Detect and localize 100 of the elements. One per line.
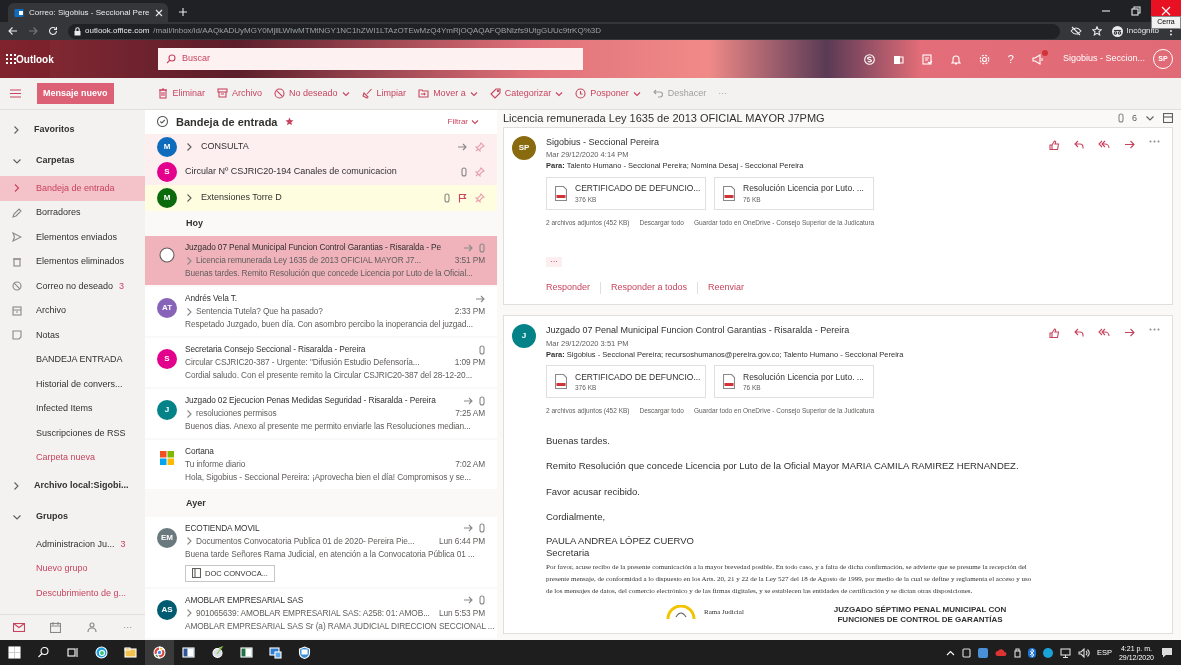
folder-icon[interactable] bbox=[124, 646, 137, 659]
shield-icon[interactable] bbox=[298, 646, 311, 659]
forward-icon[interactable] bbox=[28, 26, 38, 36]
megaphone-icon[interactable] bbox=[1031, 53, 1045, 65]
tray-app-icon[interactable] bbox=[961, 647, 971, 658]
nav-section-header[interactable]: Archivo local:Sigobi... bbox=[0, 470, 145, 501]
select-all-icon[interactable] bbox=[157, 116, 168, 128]
pinned-message-item[interactable]: M CONSULTA bbox=[145, 133, 497, 160]
forward-icon[interactable] bbox=[1124, 328, 1135, 338]
chevron-down-icon[interactable] bbox=[1145, 114, 1155, 123]
folder-item[interactable]: Borradores bbox=[0, 200, 145, 225]
message-item[interactable] bbox=[145, 338, 497, 390]
folder-item[interactable]: Historial de convers... bbox=[0, 372, 145, 397]
bell-icon[interactable] bbox=[950, 53, 961, 65]
categorize-button[interactable]: Categorizar bbox=[485, 84, 568, 103]
tray-app-icon[interactable] bbox=[977, 647, 988, 658]
hamburger-menu-icon[interactable] bbox=[10, 89, 21, 98]
calendar-icon[interactable] bbox=[50, 622, 62, 633]
chevron-right-icon[interactable] bbox=[12, 480, 20, 491]
cloud-icon[interactable] bbox=[994, 648, 1007, 657]
filter-button[interactable]: Filtrar bbox=[441, 114, 485, 129]
folder-item[interactable]: Infected Items bbox=[0, 396, 145, 421]
eye-off-icon[interactable] bbox=[1069, 26, 1082, 36]
star-icon[interactable] bbox=[1091, 26, 1102, 36]
junk-button[interactable]: No deseado bbox=[270, 84, 354, 103]
delete-button[interactable]: Eliminar bbox=[153, 84, 210, 103]
people-icon[interactable] bbox=[86, 622, 98, 633]
restore-icon[interactable] bbox=[1131, 6, 1141, 16]
nav-section-header[interactable]: Favoritos bbox=[0, 114, 145, 145]
flag-icon[interactable] bbox=[458, 192, 467, 203]
pinned-message-item[interactable]: S Circular Nº CSJRIC20-194 Canales de comunicacion bbox=[145, 159, 497, 185]
paint-icon[interactable] bbox=[211, 646, 224, 659]
nav-link[interactable]: Carpeta nueva bbox=[0, 445, 145, 470]
word-processor-icon[interactable] bbox=[182, 646, 195, 659]
forward-button[interactable]: Reenviar bbox=[708, 278, 745, 297]
reply-all-icon[interactable] bbox=[1098, 139, 1110, 149]
chevron-right-icon[interactable] bbox=[185, 192, 193, 203]
mail-icon[interactable] bbox=[12, 623, 25, 632]
chevron-right-icon[interactable] bbox=[185, 141, 193, 152]
chevron-up-icon[interactable] bbox=[945, 649, 955, 656]
browser-icon[interactable] bbox=[153, 646, 166, 659]
speaker-icon[interactable] bbox=[1077, 647, 1090, 658]
address-field[interactable]: outlook.office.com /mail/inbox/id/AAQkADUyMGY0MjllLWIwMTMtNGY1NC1hZWI1LTAzOTEwMzQ4YmRjOQAQAFQBNlzfs9UtgGUUc9trKQ%3D bbox=[68, 23, 1060, 39]
archive-button[interactable]: Archivo bbox=[213, 84, 267, 103]
document-icon[interactable] bbox=[892, 53, 904, 65]
browser-tab[interactable]: Correo: Sigobius - Seccional Pere bbox=[8, 3, 168, 22]
folder-item[interactable]: Notas bbox=[0, 323, 145, 348]
app-launcher-icon[interactable] bbox=[6, 54, 16, 64]
nav-section-header[interactable]: Grupos bbox=[0, 501, 145, 532]
reading-pane-icon[interactable] bbox=[1163, 113, 1173, 124]
plus-icon[interactable] bbox=[178, 7, 188, 17]
chevron-right-icon[interactable] bbox=[185, 408, 193, 419]
spreadsheet-icon[interactable] bbox=[240, 646, 253, 659]
nav-section-header[interactable]: Carpetas bbox=[0, 145, 145, 176]
forward-icon[interactable] bbox=[1124, 139, 1135, 149]
reply-icon[interactable] bbox=[1074, 139, 1084, 149]
tray-app-icon[interactable] bbox=[1042, 647, 1053, 658]
new-message-button[interactable]: Mensaje nuevo bbox=[37, 82, 114, 105]
chat-icon[interactable] bbox=[863, 53, 875, 65]
computer-icon[interactable] bbox=[269, 646, 282, 659]
message-item[interactable]: AS AMOBLAR EMPRESARIAL SAS 901065639: AMOBLAR EMPRESARIAL SAS: A258: 01: AMOB... Lun 5:53 PM AMOBLAR EMPRESARIAL SAS Sr (a) RAMA JUDICIAL DIRECCION SECCIONAL ... bbox=[145, 589, 497, 640]
folder-item[interactable]: BANDEJA ENTRADA bbox=[0, 347, 145, 372]
folder-item[interactable]: Elementos enviados bbox=[0, 225, 145, 250]
more-icon[interactable] bbox=[1149, 139, 1160, 143]
close-icon[interactable] bbox=[154, 8, 163, 17]
browser-icon[interactable] bbox=[95, 646, 108, 659]
sweep-button[interactable]: Limpiar bbox=[357, 84, 411, 103]
chevron-down-icon[interactable] bbox=[12, 156, 22, 165]
network-icon[interactable] bbox=[1059, 647, 1071, 658]
app-name[interactable]: Outlook bbox=[16, 51, 54, 67]
back-icon[interactable] bbox=[8, 26, 18, 36]
settings-icon[interactable] bbox=[978, 53, 990, 65]
chevron-right-icon[interactable] bbox=[185, 608, 193, 619]
checklist-icon[interactable] bbox=[921, 53, 933, 65]
chevron-right-icon[interactable] bbox=[185, 536, 193, 547]
more-icon[interactable] bbox=[1149, 328, 1160, 332]
bluetooth-icon[interactable] bbox=[1027, 647, 1036, 658]
snooze-button[interactable]: Posponer bbox=[571, 84, 645, 103]
reply-all-button[interactable]: Responder a todos bbox=[611, 278, 688, 297]
reload-icon[interactable] bbox=[48, 26, 58, 36]
reply-icon[interactable] bbox=[1074, 328, 1084, 338]
reply-button[interactable]: Responder bbox=[546, 278, 591, 297]
folder-item[interactable]: Archivo bbox=[0, 298, 145, 323]
move-button[interactable]: Mover a bbox=[414, 84, 482, 103]
nav-link[interactable]: Nuevo grupo bbox=[0, 556, 145, 581]
chevron-down-icon[interactable] bbox=[12, 512, 22, 521]
show-more-button[interactable]: ··· bbox=[546, 257, 562, 268]
folder-item[interactable]: Suscripciones de RSS bbox=[0, 421, 145, 446]
reply-all-icon[interactable] bbox=[1098, 328, 1110, 338]
search-field[interactable]: Buscar bbox=[158, 48, 583, 70]
folder-item[interactable]: Administracion Ju... 3 bbox=[0, 532, 145, 557]
chevron-right-icon[interactable] bbox=[185, 306, 193, 317]
message-item[interactable]: Cortana Tu informe diario 7:02 AM Hola, Sigobius - Seccional Pereira: ¡Aprovecha bien el día! Compromisos y se... bbox=[145, 440, 497, 492]
select-circle-icon[interactable] bbox=[159, 247, 175, 264]
task-view-icon[interactable] bbox=[66, 646, 79, 659]
folder-item[interactable]: Correo no deseado 3 bbox=[0, 274, 145, 299]
search-icon[interactable] bbox=[37, 646, 50, 659]
message-item[interactable]: AT Andrés Vela T. Sentencia Tutela? Que ha pasado? 2:33 PM Respetado Juzgado, buen día. Con asombro percibo la inoperancia del juzgad... bbox=[145, 287, 497, 339]
start-icon[interactable] bbox=[8, 646, 21, 659]
notification-center-icon[interactable] bbox=[1161, 647, 1173, 658]
